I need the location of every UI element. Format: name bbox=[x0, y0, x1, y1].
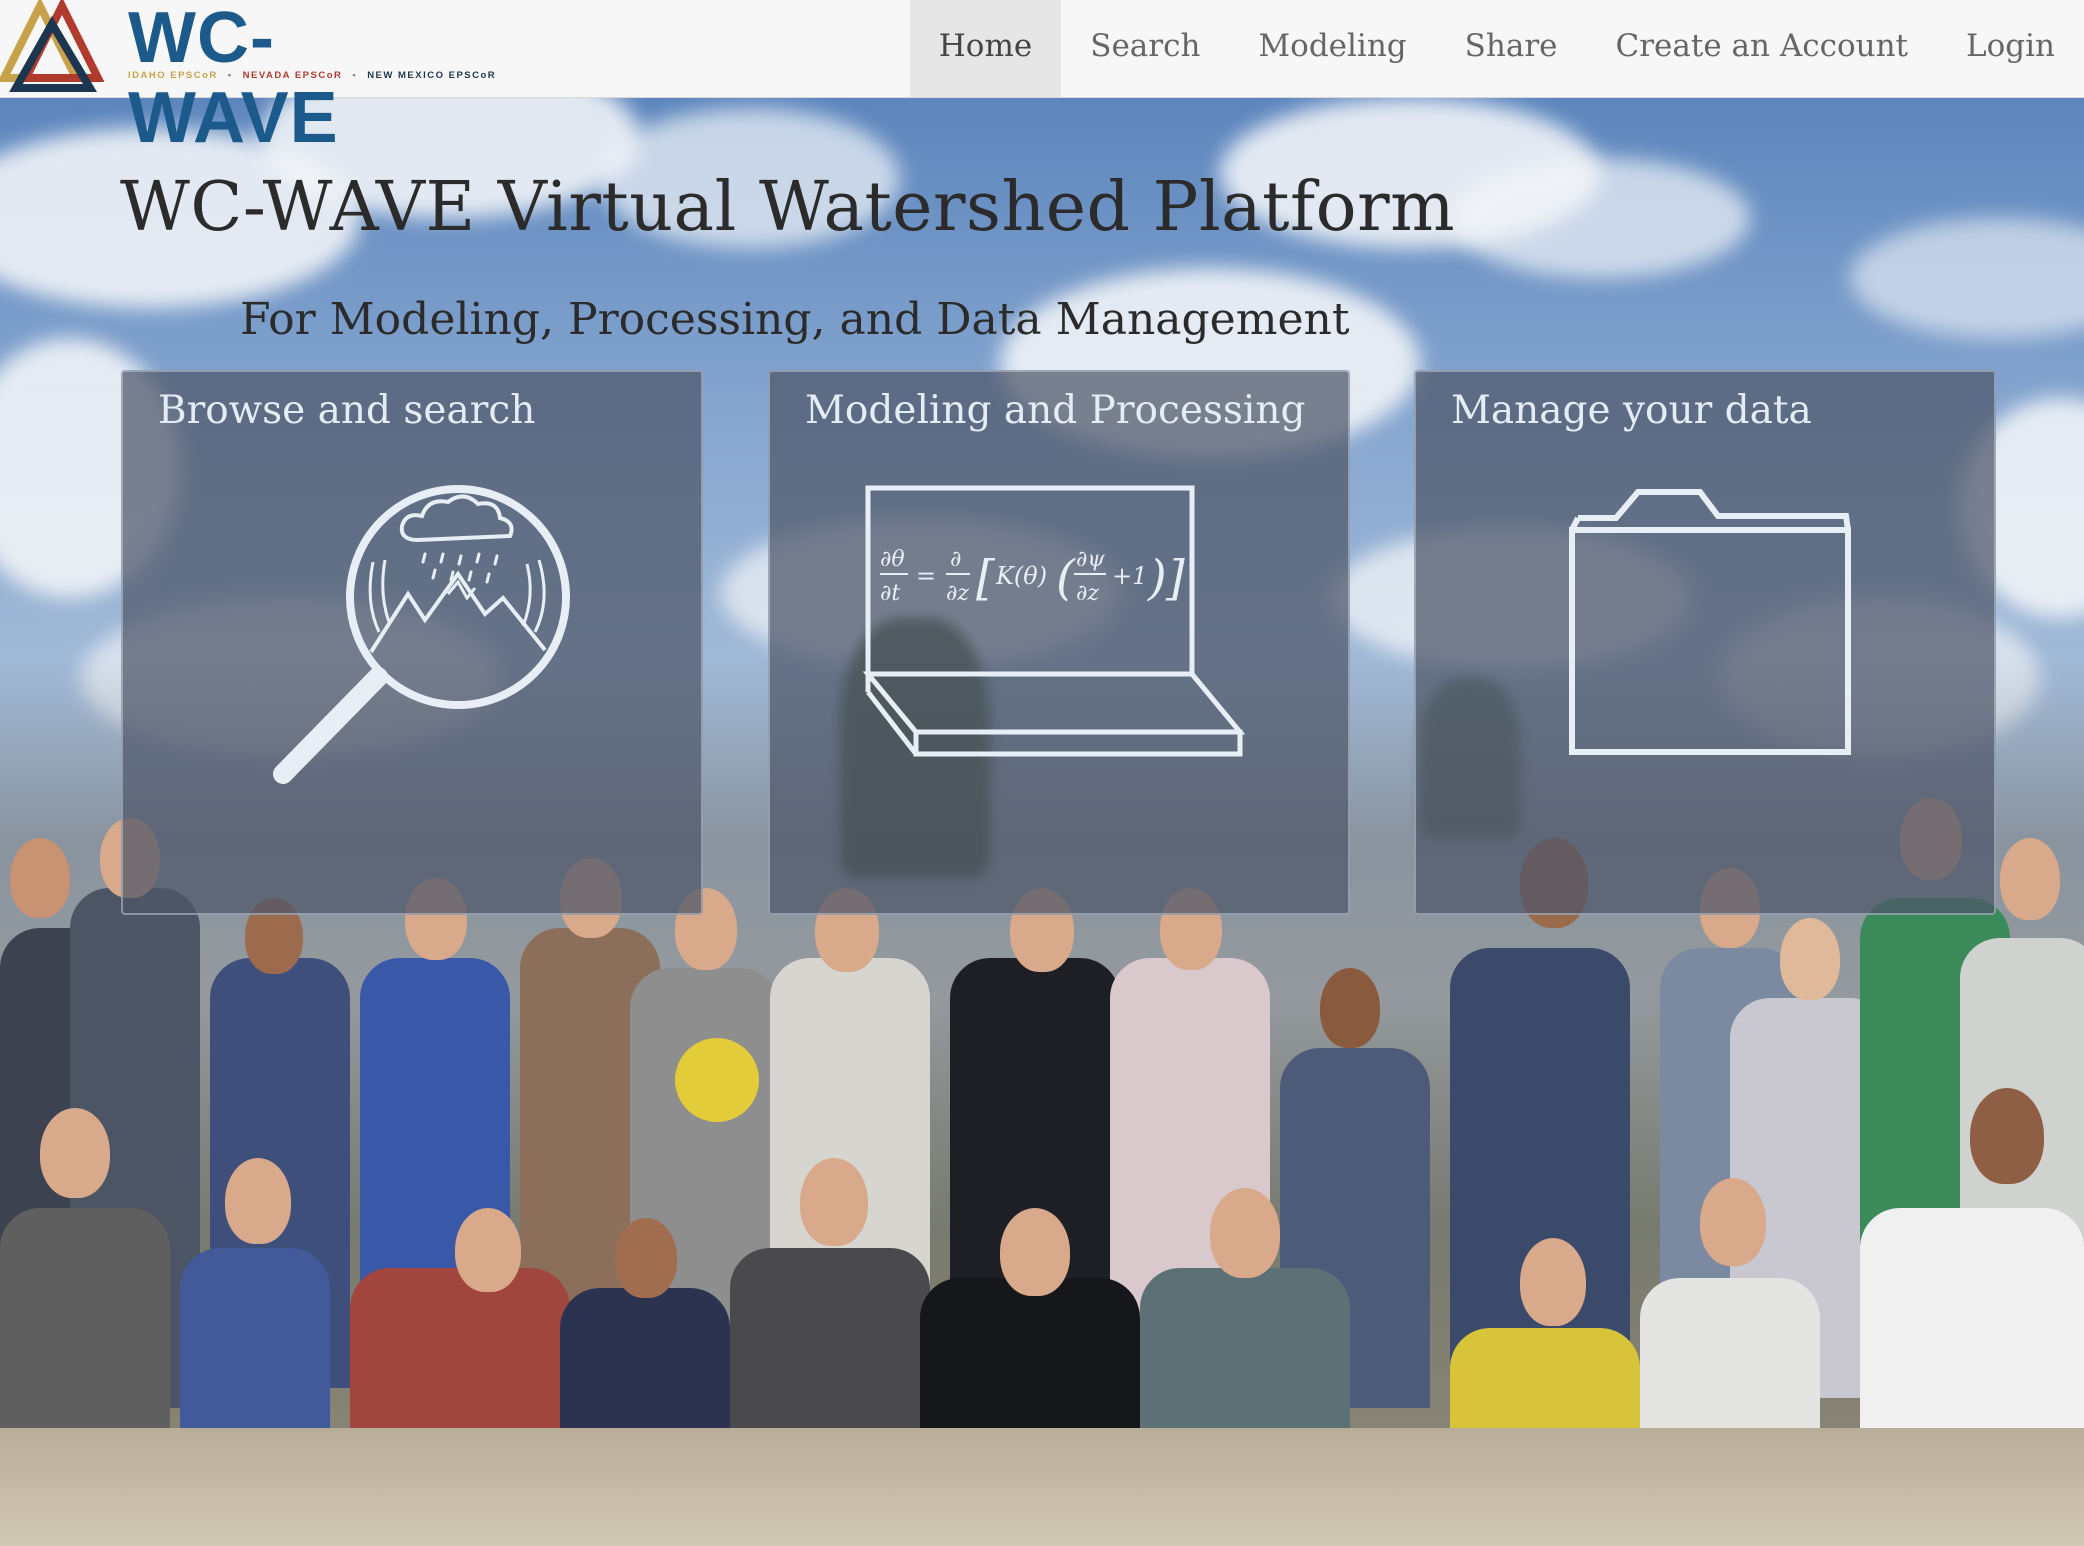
svg-text:K(θ): K(θ) bbox=[995, 562, 1047, 590]
top-navbar: WC-WAVE IDAHO EPSCoR • NEVADA EPSCoR • NEW M… bbox=[0, 0, 2084, 158]
svg-text:[: [ bbox=[976, 550, 996, 606]
magnifier-mountain-icon bbox=[273, 485, 570, 784]
svg-text:): ) bbox=[1147, 550, 1167, 606]
main-nav: Home Search Modeling Share Create an Acc… bbox=[909, 0, 2084, 97]
modeling-processing-title: Modeling and Processing bbox=[805, 388, 1306, 433]
manage-data-title: Manage your data bbox=[1451, 388, 1812, 433]
svg-text:+1: +1 bbox=[1112, 562, 1147, 590]
nav-home[interactable]: Home bbox=[909, 0, 1062, 97]
folder-icon bbox=[1569, 489, 1851, 755]
page-title: WC-WAVE Virtual Watershed Platform bbox=[120, 168, 1456, 247]
partner-new-mexico: NEW MEXICO EPSCoR bbox=[367, 70, 497, 81]
svg-text:∂t: ∂t bbox=[880, 581, 900, 606]
svg-text:(: ( bbox=[1056, 550, 1076, 606]
browse-search-panel[interactable]: Browse and search bbox=[121, 370, 703, 915]
browse-search-title: Browse and search bbox=[158, 388, 536, 433]
nav-modeling[interactable]: Modeling bbox=[1229, 0, 1435, 97]
wc-wave-logo[interactable]: WC-WAVE IDAHO EPSCoR • NEVADA EPSCoR • NEW M… bbox=[0, 0, 495, 158]
svg-text:]: ] bbox=[1165, 550, 1185, 606]
svg-text:∂: ∂ bbox=[950, 547, 961, 572]
svg-text:∂z: ∂z bbox=[1076, 581, 1099, 606]
nav-share[interactable]: Share bbox=[1436, 0, 1587, 97]
nav-create-account[interactable]: Create an Account bbox=[1587, 0, 1938, 97]
nav-search[interactable]: Search bbox=[1061, 0, 1229, 97]
modeling-processing-panel[interactable]: Modeling and Processing ∂θ ∂t = ∂ ∂z [ K… bbox=[768, 370, 1350, 915]
triangle-logo-icon bbox=[0, 0, 105, 92]
svg-text:=: = bbox=[916, 562, 936, 590]
manage-data-panel[interactable]: Manage your data bbox=[1414, 370, 1996, 915]
svg-text:∂ψ: ∂ψ bbox=[1076, 547, 1105, 572]
page-subtitle: For Modeling, Processing, and Data Manag… bbox=[240, 294, 1350, 345]
partner-nevada: NEVADA EPSCoR bbox=[242, 70, 343, 81]
logo-partners: IDAHO EPSCoR • NEVADA EPSCoR • NEW MEXICO EP… bbox=[128, 70, 497, 81]
nav-login[interactable]: Login bbox=[1937, 0, 2084, 97]
laptop-equation-icon: ∂θ ∂t = ∂ ∂z [ K(θ) ( ∂ψ ∂z +1 ) ] bbox=[862, 485, 1246, 757]
svg-text:∂θ: ∂θ bbox=[880, 547, 905, 572]
svg-text:∂z: ∂z bbox=[946, 581, 969, 606]
partner-idaho: IDAHO EPSCoR bbox=[128, 70, 218, 81]
